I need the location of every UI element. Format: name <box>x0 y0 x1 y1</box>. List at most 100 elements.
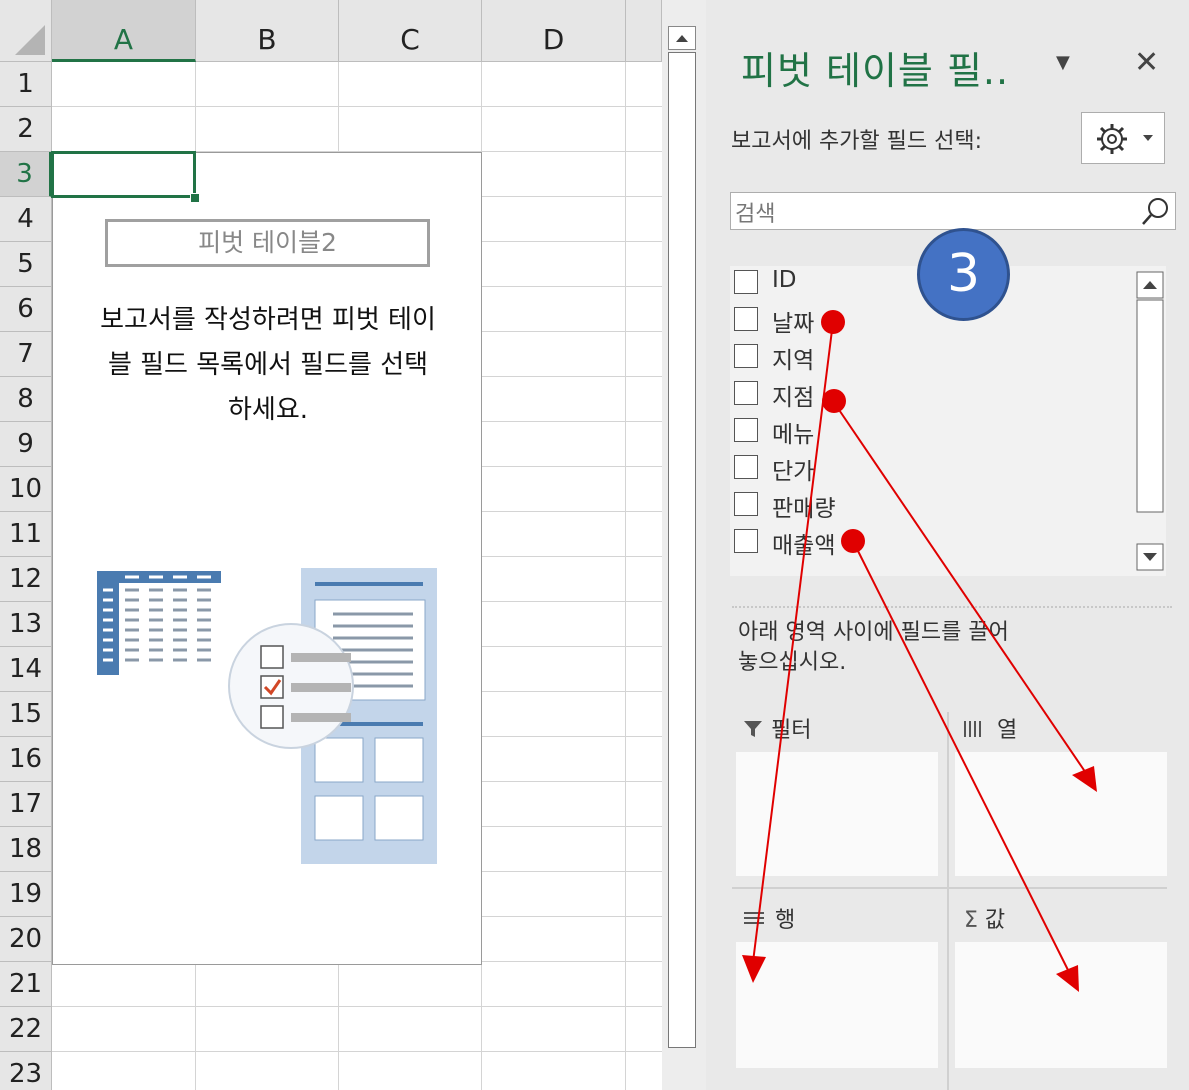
checklist-illustration-box <box>260 705 284 729</box>
row-header-11[interactable]: 11 <box>0 512 52 557</box>
choose-fields-label: 보고서에 추가할 필드 선택: <box>731 129 983 154</box>
field-label: ID <box>772 267 797 293</box>
gridline <box>52 106 662 107</box>
field-list-scroll-thumb[interactable] <box>1136 299 1164 513</box>
pivot-instruction-line: 블 필드 목록에서 필드를 선택 <box>107 350 429 380</box>
pane-title: 피벗 테이블 필.. <box>741 49 1010 93</box>
vertical-scrollbar[interactable] <box>662 0 706 1090</box>
worksheet[interactable]: A B C D 1 2 3 4 5 6 7 8 9 10 11 12 13 14… <box>0 0 662 1090</box>
drag-instruction-line: 놓으십시오. <box>738 650 847 675</box>
select-all-button[interactable] <box>0 0 52 62</box>
fill-handle[interactable] <box>190 193 200 203</box>
pivot-illustration <box>97 568 437 864</box>
pivot-instruction-line: 보고서를 작성하려면 피벗 테이 <box>100 305 436 335</box>
row-header-4[interactable]: 4 <box>0 197 52 242</box>
field-checkbox[interactable] <box>734 418 758 442</box>
sigma-icon: Σ <box>964 908 978 933</box>
section-divider <box>732 606 1172 608</box>
row-header-21[interactable]: 21 <box>0 962 52 1007</box>
close-icon[interactable]: ✕ <box>1134 45 1159 80</box>
row-header-8[interactable]: 8 <box>0 377 52 422</box>
columns-drop-area[interactable] <box>955 752 1167 876</box>
field-label: 지점 <box>772 385 815 411</box>
field-label: 메뉴 <box>772 422 815 448</box>
column-header-b[interactable]: B <box>196 0 339 62</box>
checklist-illustration-box <box>260 645 284 669</box>
select-all-triangle-icon <box>15 25 45 55</box>
tools-settings-button[interactable] <box>1081 112 1165 164</box>
pivot-table-placeholder[interactable]: 피벗 테이블2 보고서를 작성하려면 피벗 테이 블 필드 목록에서 필드를 선… <box>52 152 482 965</box>
rows-icon <box>744 912 764 924</box>
field-list-scrollbar[interactable] <box>1135 270 1167 574</box>
columns-icon <box>964 721 981 737</box>
field-label: 판매량 <box>772 496 836 522</box>
row-header-19[interactable]: 19 <box>0 872 52 917</box>
columns-area-header: 열 <box>962 712 1017 744</box>
pivot-field-list-pane: 피벗 테이블 필.. ▼ ✕ 보고서에 추가할 필드 선택: 검색 ID 날짜 … <box>706 0 1189 1090</box>
column-header-d[interactable]: D <box>482 0 626 62</box>
row-header-2[interactable]: 2 <box>0 107 52 152</box>
field-checkbox[interactable] <box>734 455 758 479</box>
field-label: 날짜 <box>772 311 815 337</box>
row-header-16[interactable]: 16 <box>0 737 52 782</box>
field-checkbox[interactable] <box>734 307 758 331</box>
row-header-3[interactable]: 3 <box>0 152 52 197</box>
filter-area-header: 필터 <box>742 712 811 744</box>
area-illustration-box <box>374 737 424 783</box>
filter-area-label: 필터 <box>771 718 812 743</box>
checklist-illustration-line <box>291 653 351 662</box>
checklist-illustration-box <box>260 675 284 699</box>
field-list-illustration-bar <box>315 582 423 586</box>
row-header-5[interactable]: 5 <box>0 242 52 287</box>
scrollbar-thumb[interactable] <box>668 52 696 1048</box>
row-header-14[interactable]: 14 <box>0 647 52 692</box>
drag-instruction: 아래 영역 사이에 필드를 끌어 놓으십시오. <box>738 618 1009 678</box>
active-cell-a3[interactable] <box>51 151 196 198</box>
row-header-6[interactable]: 6 <box>0 287 52 332</box>
step-number-badge: 3 <box>917 228 1010 321</box>
row-header-15[interactable]: 15 <box>0 692 52 737</box>
rows-drop-area[interactable] <box>736 942 938 1068</box>
row-header-12[interactable]: 12 <box>0 557 52 602</box>
row-header-22[interactable]: 22 <box>0 1007 52 1052</box>
area-separator <box>947 712 949 1090</box>
scroll-up-icon <box>676 35 688 42</box>
filter-drop-area[interactable] <box>736 752 938 876</box>
search-icon[interactable] <box>1139 195 1171 227</box>
row-header-10[interactable]: 10 <box>0 467 52 512</box>
gridline <box>52 1051 662 1052</box>
pivot-instruction-line: 하세요. <box>227 395 309 425</box>
column-header-e-partial[interactable] <box>626 0 662 62</box>
search-placeholder: 검색 <box>735 202 776 227</box>
checklist-illustration-line <box>291 683 351 692</box>
area-separator <box>732 887 1167 889</box>
column-header-a[interactable]: A <box>52 0 196 62</box>
field-checkbox[interactable] <box>734 270 758 294</box>
field-checkbox[interactable] <box>734 492 758 516</box>
filter-icon <box>744 721 762 737</box>
chevron-down-icon[interactable]: ▼ <box>1056 52 1070 73</box>
row-header-23[interactable]: 23 <box>0 1052 52 1090</box>
column-header-c[interactable]: C <box>339 0 482 62</box>
row-header-18[interactable]: 18 <box>0 827 52 872</box>
rows-area-header: 행 <box>742 902 795 934</box>
row-header-17[interactable]: 17 <box>0 782 52 827</box>
scroll-up-button[interactable] <box>668 26 696 50</box>
row-header-20[interactable]: 20 <box>0 917 52 962</box>
gridline <box>52 1006 662 1007</box>
area-illustration-box <box>314 795 364 841</box>
field-checkbox[interactable] <box>734 529 758 553</box>
field-checkbox[interactable] <box>734 344 758 368</box>
values-area-label: 값 <box>984 908 1006 933</box>
values-drop-area[interactable] <box>955 942 1167 1068</box>
field-checkbox[interactable] <box>734 381 758 405</box>
columns-area-label: 열 <box>997 718 1018 743</box>
field-label: 단가 <box>772 459 815 485</box>
gridline <box>625 62 626 1090</box>
field-search-input[interactable]: 검색 <box>730 192 1176 230</box>
row-header-7[interactable]: 7 <box>0 332 52 377</box>
row-header-1[interactable]: 1 <box>0 62 52 107</box>
rows-area-label: 행 <box>775 908 796 933</box>
row-header-9[interactable]: 9 <box>0 422 52 467</box>
row-header-13[interactable]: 13 <box>0 602 52 647</box>
